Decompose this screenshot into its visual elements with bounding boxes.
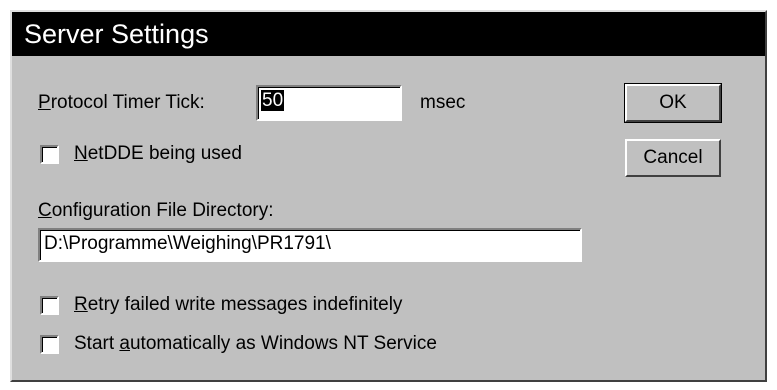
nt-service-checkbox[interactable] — [40, 335, 59, 354]
dialog-title: Server Settings — [24, 19, 209, 49]
config-dir-label: Configuration File Directory: — [38, 200, 274, 221]
retry-checkbox[interactable] — [40, 296, 59, 315]
server-settings-dialog: Server Settings Protocol Timer Tick: 50 … — [10, 10, 767, 382]
config-dir-input[interactable]: D:\Programme\Weighing\PR1791\ — [38, 228, 582, 262]
netdde-label[interactable]: NetDDE being used — [74, 143, 242, 165]
netdde-checkbox[interactable] — [40, 145, 59, 164]
protocol-timer-tick-label: Protocol Timer Tick: — [38, 92, 205, 113]
cancel-button[interactable]: Cancel — [625, 139, 721, 177]
protocol-timer-tick-input[interactable]: 50 — [256, 85, 402, 121]
title-bar: Server Settings — [12, 12, 765, 56]
ok-button[interactable]: OK — [624, 83, 722, 123]
retry-label[interactable]: Retry failed write messages indefinitely — [74, 294, 402, 316]
nt-service-label[interactable]: Start automatically as Windows NT Servic… — [74, 333, 437, 355]
timer-unit-label: msec — [420, 92, 466, 113]
timer-value-text: 50 — [261, 90, 285, 111]
